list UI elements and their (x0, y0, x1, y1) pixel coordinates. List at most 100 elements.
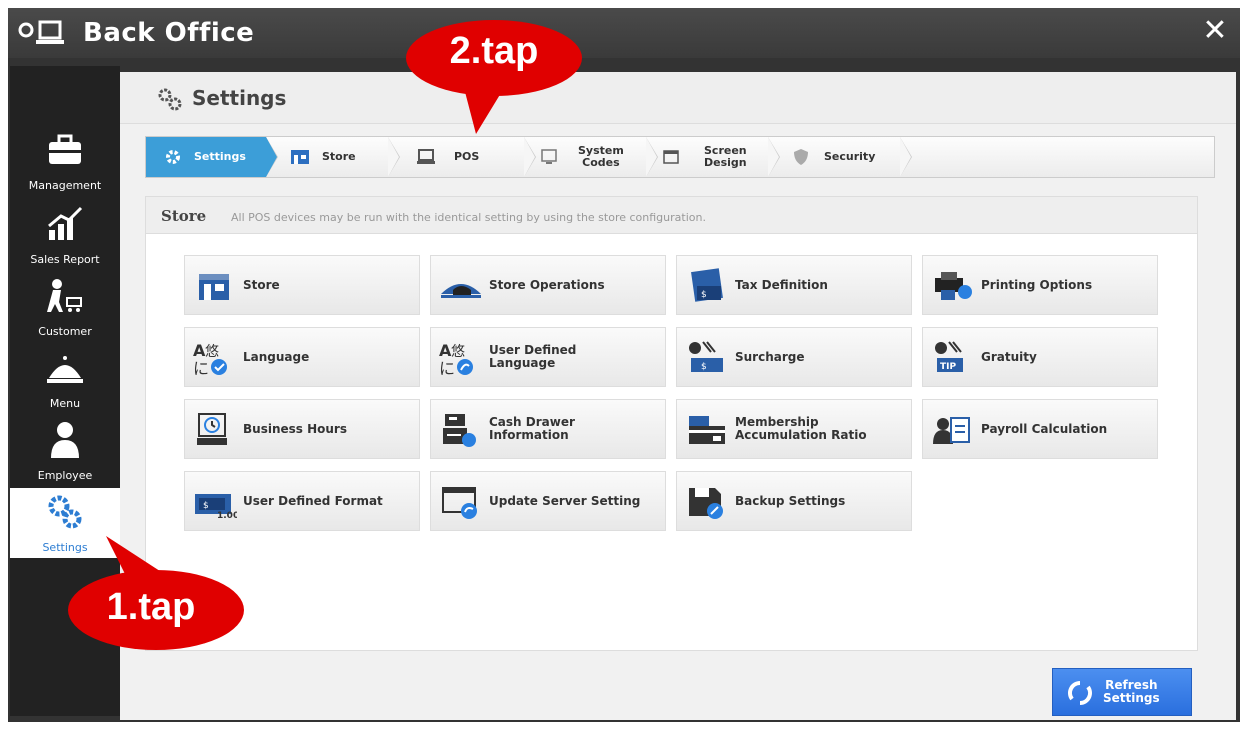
tile-label: Cash Drawer Information (489, 415, 575, 442)
svg-text:TIP: TIP (940, 362, 956, 372)
sidebar-item-label: Customer (38, 325, 92, 338)
callout-tap1: 1.tap (106, 586, 196, 628)
panel-title: Store (161, 207, 207, 225)
sidebar-item-customer[interactable]: Customer (10, 272, 120, 342)
page-title: Settings (192, 86, 287, 110)
tab-label: Settings (194, 150, 246, 163)
title-bar: Back Office ✕ (8, 8, 1240, 58)
laptop-icon (417, 149, 435, 164)
tab-security[interactable]: Security (768, 137, 912, 177)
main-content: Settings Settings Store POS System Codes (120, 72, 1236, 720)
refresh-icon (1068, 681, 1092, 705)
tab-store[interactable]: Store (266, 137, 400, 177)
panel-description: All POS devices may be run with the iden… (231, 211, 706, 224)
employee-icon (51, 422, 79, 458)
app-title: Back Office (83, 18, 255, 48)
surcharge-icon: $ (689, 341, 723, 372)
store-icon (291, 150, 309, 164)
refresh-settings-button[interactable]: Refresh Settings (1052, 668, 1192, 716)
tile-surcharge[interactable]: $ Surcharge (676, 327, 912, 387)
tile-user-defined-format[interactable]: $1.00 User Defined Format (184, 471, 420, 531)
panel-header: Store All POS devices may be run with th… (146, 197, 1197, 234)
briefcase-icon (49, 134, 81, 164)
language-icon: A 悠に (193, 341, 227, 376)
tile-label: Gratuity (981, 349, 1037, 364)
store-panel: Store All POS devices may be run with th… (145, 196, 1198, 651)
tile-label: Printing Options (981, 277, 1093, 292)
cash-drawer-icon (443, 414, 476, 447)
sidebar-item-sales-report[interactable]: Sales Report (10, 200, 120, 270)
tile-label: Language (243, 349, 310, 364)
settings-header: Settings (120, 72, 1236, 124)
language-edit-icon: A 悠に (439, 341, 473, 376)
tile-gratuity[interactable]: TIP Gratuity (922, 327, 1158, 387)
sidebar-item-menu[interactable]: Menu (10, 344, 120, 414)
tile-membership-accumulation-ratio[interactable]: Membership Accumulation Ratio (676, 399, 912, 459)
tile-label: Business Hours (243, 421, 347, 436)
tab-pos[interactable]: POS (388, 137, 536, 177)
store-icon (199, 274, 229, 300)
breadcrumb: Settings Store POS System Codes Screen D (145, 136, 1215, 178)
chart-icon (48, 206, 83, 240)
tile-store[interactable]: Store (184, 255, 420, 315)
tab-system-codes[interactable]: System Codes (524, 137, 658, 177)
dish-icon (441, 284, 481, 298)
tile-cash-drawer-information[interactable]: Cash Drawer Information (430, 399, 666, 459)
backup-disk-icon (689, 488, 723, 519)
tile-label: User Defined Language (489, 343, 577, 370)
currency-format-icon: $1.00 (195, 494, 237, 520)
svg-text:1.00: 1.00 (217, 511, 237, 520)
svg-text:に: に (439, 359, 455, 376)
tile-label: Store Operations (489, 277, 605, 292)
tab-label: POS (454, 150, 480, 163)
tip-icon: TIP (935, 341, 963, 372)
tile-business-hours[interactable]: Business Hours (184, 399, 420, 459)
tile-label: Backup Settings (735, 493, 846, 508)
sidebar-item-label: Menu (49, 397, 81, 410)
sidebar-item-label: Management (28, 179, 102, 192)
tab-label: Store (322, 150, 356, 163)
sidebar-item-label: Employee (37, 469, 93, 482)
tile-label: Surcharge (735, 349, 805, 364)
tile-label: Tax Definition (735, 277, 828, 292)
printer-icon (935, 272, 972, 300)
tile-label: Store (243, 277, 280, 292)
back-office-icon (18, 20, 64, 44)
cloche-icon (47, 356, 83, 383)
sidebar-item-label: Sales Report (30, 253, 100, 266)
tab-screen-design[interactable]: Screen Design (646, 137, 780, 177)
tile-update-server-setting[interactable]: Update Server Setting (430, 471, 666, 531)
svg-text:$: $ (203, 501, 209, 511)
tile-label: User Defined Format (243, 493, 383, 508)
tile-store-operations[interactable]: Store Operations (430, 255, 666, 315)
customer-cart-icon (47, 279, 82, 312)
sidebar-item-management[interactable]: Management (10, 126, 120, 196)
tax-icon: $ (691, 268, 723, 302)
svg-text:$: $ (701, 362, 707, 372)
tile-tax-definition[interactable]: $ Tax Definition (676, 255, 912, 315)
svg-text:$: $ (701, 290, 707, 300)
tile-user-defined-language[interactable]: A悠に User Defined Language (430, 327, 666, 387)
tab-label: Screen Design (704, 144, 747, 169)
tab-settings[interactable]: Settings (146, 137, 278, 177)
membership-card-icon (689, 416, 725, 444)
tab-label: Security (824, 150, 876, 163)
shield-icon (794, 149, 808, 165)
payroll-icon (933, 417, 970, 444)
clock-monitor-icon (197, 413, 227, 445)
svg-text:悠: 悠 (451, 344, 465, 360)
window-icon (663, 150, 679, 164)
svg-text:に: に (193, 359, 209, 376)
tile-payroll-calculation[interactable]: Payroll Calculation (922, 399, 1158, 459)
tile-printing-options[interactable]: Printing Options (922, 255, 1158, 315)
tile-language[interactable]: A悠に Language (184, 327, 420, 387)
tile-backup-settings[interactable]: Backup Settings (676, 471, 912, 531)
close-icon[interactable]: ✕ (1198, 14, 1232, 48)
sidebar-item-employee[interactable]: Employee (10, 416, 120, 486)
tile-label: Payroll Calculation (981, 421, 1108, 436)
svg-text:悠: 悠 (205, 344, 219, 360)
monitor-icon (541, 149, 557, 164)
refresh-label: Refresh Settings (1103, 678, 1160, 705)
tile-label: Membership Accumulation Ratio (735, 415, 867, 442)
update-window-icon (442, 487, 477, 519)
